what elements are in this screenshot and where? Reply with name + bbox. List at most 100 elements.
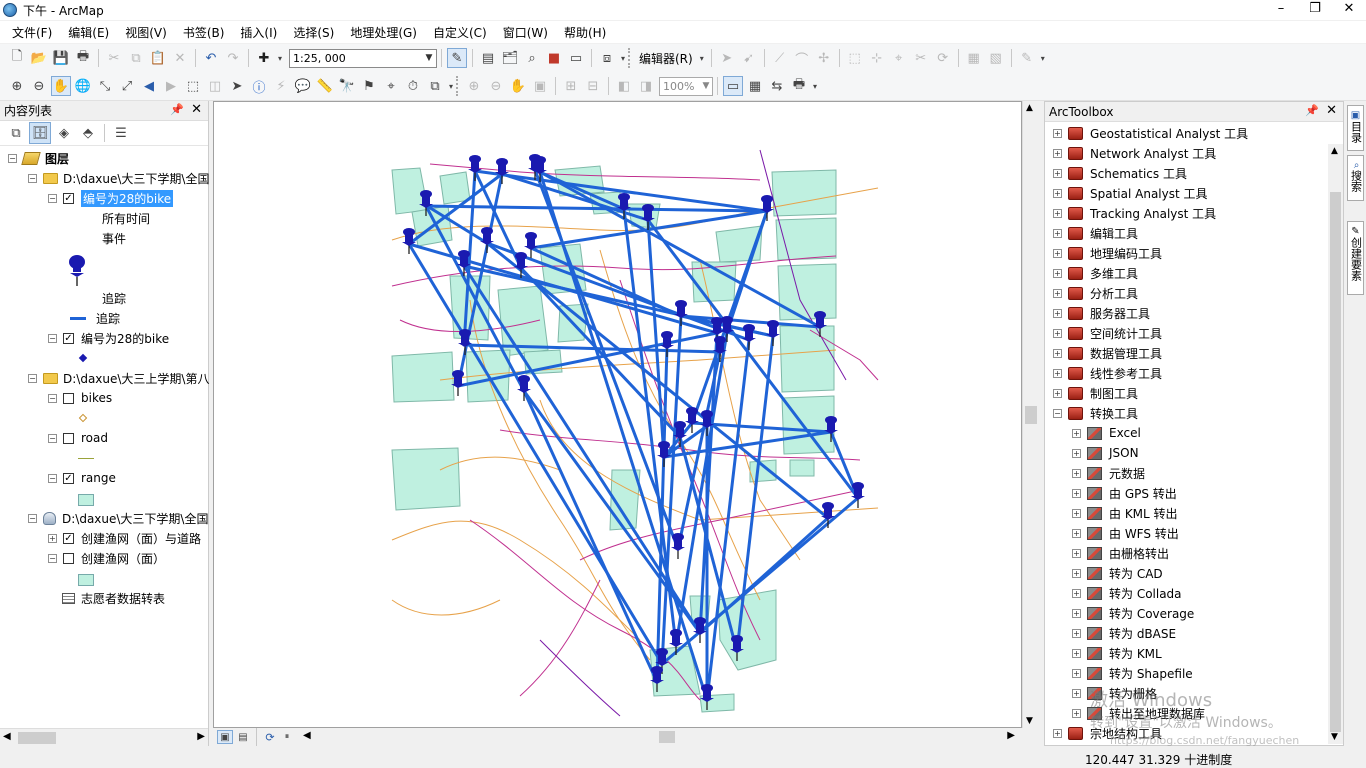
go-forward-icon[interactable]: ▶ [161, 76, 181, 96]
visibility-checkbox[interactable]: ✓ [63, 472, 74, 484]
toolset-network[interactable]: + Network Analyst 工具 [1053, 143, 1216, 163]
edit-annotation-icon[interactable]: ➹ [739, 48, 759, 68]
menu-selection[interactable]: 选择(S) [285, 24, 342, 41]
sketch-properties-icon[interactable]: ▧ [986, 48, 1006, 68]
layout-back-icon[interactable]: ◧ [614, 76, 634, 96]
scroll-left-icon[interactable]: ◀ [3, 731, 11, 742]
toolset-geostatistical[interactable]: + Geostatistical Analyst 工具 [1053, 123, 1248, 143]
conversion-from-gps[interactable]: + 由 GPS 转出 [1072, 483, 1177, 503]
layer-bikes[interactable]: − bikes [48, 388, 112, 408]
conversion-to-collada[interactable]: + 转为 Collada [1072, 583, 1182, 603]
go-to-xy-icon[interactable]: ⌖ [381, 76, 401, 96]
expand-icon[interactable]: + [1053, 168, 1062, 178]
fixed-zoom-out-icon[interactable]: ⤢ [117, 76, 137, 96]
scroll-up-icon[interactable]: ▲ [1331, 146, 1338, 156]
expand-icon[interactable]: + [1053, 308, 1062, 318]
visibility-checkbox[interactable] [63, 432, 74, 444]
arctoolbox-scrollbar[interactable]: ▲ ▼ [1328, 144, 1343, 744]
expand-icon[interactable]: + [1053, 148, 1062, 158]
toolset-schematics[interactable]: + Schematics 工具 [1053, 163, 1187, 183]
expand-icon[interactable]: + [1053, 368, 1062, 378]
zoom-out-icon[interactable]: ⊖ [29, 76, 49, 96]
conversion-from-raster[interactable]: + 由栅格转出 [1072, 543, 1169, 563]
menu-file[interactable]: 文件(F) [4, 24, 60, 41]
table-volunteer[interactable]: 志愿者数据转表 [62, 588, 165, 608]
point-icon[interactable]: ✢ [814, 48, 834, 68]
open-folder-icon[interactable]: 📂 [29, 48, 49, 68]
layout-forward-icon[interactable]: ◨ [636, 76, 656, 96]
scroll-left-icon[interactable]: ◀ [303, 730, 311, 741]
edit-tool-icon[interactable]: ➤ [717, 48, 737, 68]
visibility-checkbox[interactable] [63, 552, 74, 564]
list-by-drawing-order-icon[interactable]: ⧉ [5, 122, 27, 144]
expand-icon[interactable]: + [1072, 568, 1081, 578]
layer-bike-points[interactable]: − ✓ 编号为28的bike [48, 328, 169, 348]
scroll-thumb[interactable] [18, 732, 56, 744]
pushpin-marker[interactable] [458, 329, 472, 355]
menu-bookmarks[interactable]: 书签(B) [175, 24, 233, 41]
zoom-in-icon[interactable]: ⊕ [7, 76, 27, 96]
visibility-checkbox[interactable] [63, 392, 74, 404]
expand-icon[interactable]: + [1072, 628, 1081, 638]
visibility-checkbox[interactable]: ✓ [63, 532, 74, 544]
model-builder-icon[interactable]: ⧈ [597, 48, 617, 68]
expand-icon[interactable]: + [1053, 208, 1062, 218]
toolset-data-management[interactable]: + 数据管理工具 [1053, 343, 1162, 363]
add-data-icon[interactable]: ✚ [254, 48, 274, 68]
paste-icon[interactable]: 📋 [148, 48, 168, 68]
hyperlink-icon[interactable]: ⚡ [271, 76, 291, 96]
collapse-icon[interactable]: − [48, 553, 57, 563]
list-by-visibility-icon[interactable]: ◈ [53, 122, 75, 144]
redo-icon[interactable]: ↷ [223, 48, 243, 68]
table-of-contents-icon[interactable]: ▤ [478, 48, 498, 68]
collapse-icon[interactable]: − [48, 333, 57, 343]
expand-icon[interactable]: + [1072, 428, 1081, 438]
editor-menu[interactable]: 编辑器(R) [639, 50, 693, 67]
conversion-json[interactable]: + JSON [1072, 443, 1139, 463]
conversion-from-kml[interactable]: + 由 KML 转出 [1072, 503, 1178, 523]
conversion-metadata[interactable]: + 元数据 [1072, 463, 1145, 483]
toolbar-options-icon[interactable]: ▾ [1039, 48, 1047, 68]
create-viewer-window-icon[interactable]: ⧉ [425, 76, 445, 96]
scroll-right-icon[interactable]: ▶ [1007, 730, 1015, 741]
expand-icon[interactable]: + [1072, 668, 1081, 678]
toolset-server[interactable]: + 服务器工具 [1053, 303, 1150, 323]
expand-icon[interactable]: + [1053, 228, 1062, 238]
search-window-icon[interactable]: ⌕ [522, 48, 542, 68]
maximize-button[interactable]: ❐ [1298, 0, 1332, 20]
expand-icon[interactable]: + [1053, 288, 1062, 298]
conversion-to-dbase[interactable]: + 转为 dBASE [1072, 623, 1176, 643]
collapse-icon[interactable]: − [48, 473, 57, 483]
list-by-selection-icon[interactable]: ⬘ [77, 122, 99, 144]
find-icon[interactable]: 🔭 [337, 76, 357, 96]
scroll-down-icon[interactable]: ▼ [1026, 716, 1033, 726]
expand-icon[interactable]: + [1072, 448, 1081, 458]
scroll-up-icon[interactable]: ▲ [1026, 103, 1033, 113]
layout-pan-icon[interactable]: ✋ [508, 76, 528, 96]
map-view[interactable] [213, 101, 1022, 728]
go-back-icon[interactable]: ◀ [139, 76, 159, 96]
pushpin-marker[interactable] [760, 195, 774, 221]
data-view-icon[interactable]: ▣ [217, 730, 233, 744]
arctoolbox-icon[interactable]: ■ [544, 48, 564, 68]
scroll-down-icon[interactable]: ▼ [1331, 732, 1338, 742]
fixed-zoom-in-icon[interactable]: ⤡ [95, 76, 115, 96]
minimize-button[interactable]: – [1264, 0, 1298, 20]
scroll-right-icon[interactable]: ▶ [197, 731, 205, 742]
attributes-icon[interactable]: ▦ [964, 48, 984, 68]
collapse-icon[interactable]: − [28, 373, 37, 383]
find-route-icon[interactable]: ⚑ [359, 76, 379, 96]
focus-data-frame-icon[interactable]: ▦ [745, 76, 765, 96]
toolbar-options-icon[interactable]: ▾ [619, 48, 627, 68]
expand-icon[interactable]: + [1072, 488, 1081, 498]
menu-customize[interactable]: 自定义(C) [425, 24, 495, 41]
menu-view[interactable]: 视图(V) [117, 24, 175, 41]
layer-range[interactable]: − ✓ range [48, 468, 116, 488]
expand-icon[interactable]: + [1072, 528, 1081, 538]
fixed-zoom-in-layout-icon[interactable]: ⊟ [583, 76, 603, 96]
expand-icon[interactable]: + [1053, 268, 1062, 278]
close-icon[interactable]: ✕ [1326, 103, 1337, 118]
print-icon[interactable]: 🖶 [73, 48, 93, 68]
expand-icon[interactable]: + [1053, 348, 1062, 358]
toolset-spatial[interactable]: + Spatial Analyst 工具 [1053, 183, 1208, 203]
